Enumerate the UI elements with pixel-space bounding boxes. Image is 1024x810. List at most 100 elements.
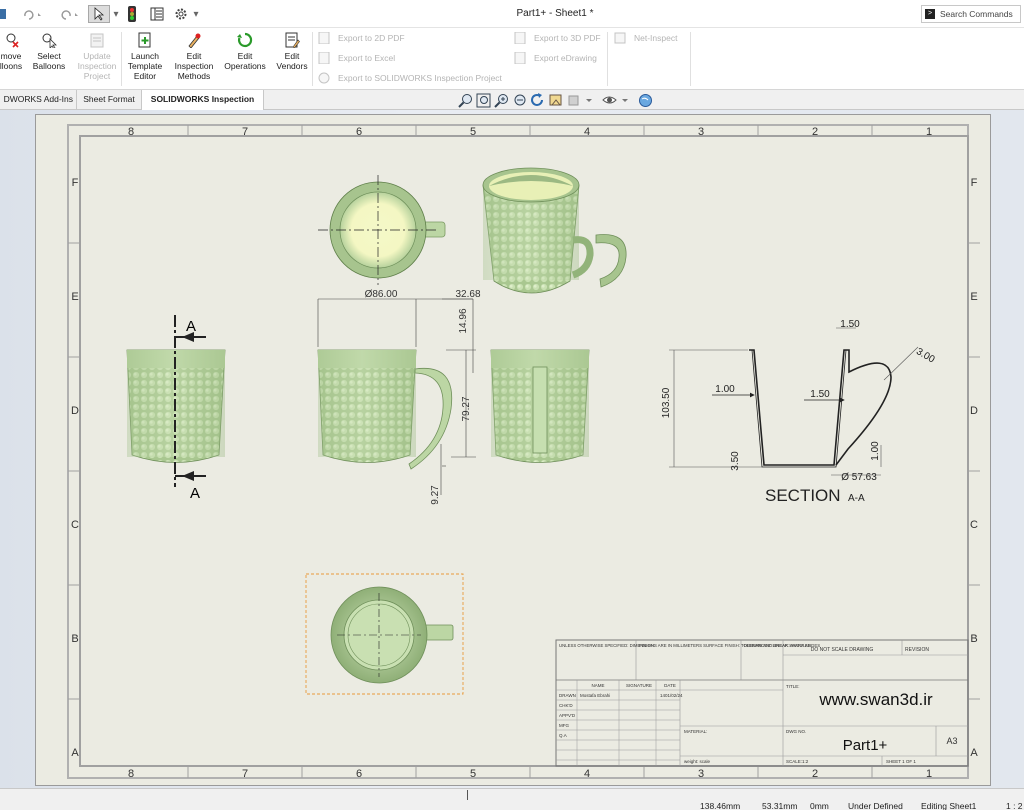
- zone-col-top: 8: [128, 126, 134, 138]
- remove-balloons-icon: [6, 33, 19, 48]
- zone-row-left: A: [71, 747, 79, 759]
- select-balloons-label-2: Balloons: [32, 61, 66, 71]
- export-inspection-project-button[interactable]: Export to SOLIDWORKS Inspection Project: [318, 72, 502, 84]
- export-excel-label: Export to Excel: [338, 53, 396, 63]
- zone-row-right: F: [971, 177, 978, 189]
- select-pointer-button[interactable]: [88, 5, 110, 23]
- zone-col-bottom: 2: [812, 768, 818, 780]
- launch-template-editor-button[interactable]: Launch Template Editor: [124, 32, 166, 81]
- display-dropdown-icon[interactable]: [584, 93, 599, 108]
- heads-up-view-toolbar: [458, 93, 653, 109]
- window-title: Part1+ - Sheet1 *: [516, 8, 594, 19]
- weight-label: weight: scale: [684, 759, 711, 764]
- export-3d-pdf-button[interactable]: Export to 3D PDF: [514, 32, 601, 44]
- title-bar: ▾ ▾ Part1+ - Sheet1 * > Search Commands: [0, 0, 1024, 28]
- select-balloons-icon: [42, 33, 57, 48]
- export-excel-button[interactable]: Export to Excel: [318, 52, 395, 64]
- hide-show-items-icon[interactable]: [602, 93, 617, 108]
- zone-col-top: 1: [926, 126, 932, 138]
- tab-solidworks-inspection[interactable]: SOLIDWORKS Inspection: [142, 90, 264, 110]
- ribbon-divider: [312, 32, 313, 86]
- save-icon[interactable]: [0, 5, 8, 23]
- zone-col-top: 4: [584, 126, 590, 138]
- command-prompt-icon: >: [925, 9, 935, 19]
- vendors-icon: [285, 32, 300, 48]
- editing-mode: Editing Sheet1: [921, 801, 977, 810]
- section-title-sub: A-A: [848, 493, 865, 504]
- template-editor-icon: [138, 32, 151, 48]
- ribbon-divider: [607, 32, 608, 86]
- drawing-svg: 8877665544332211F FE ED DC CB BA A A A Ø…: [67, 124, 980, 780]
- options-dropdown-icon[interactable]: ▾: [191, 5, 201, 23]
- section-marker-top: A: [186, 318, 196, 335]
- section-view-a-a: 103.50 1.00 1.50 1.50 3.00 Ø 57.63 1.00 …: [661, 319, 937, 505]
- checked-label: CHK'D: [559, 703, 573, 708]
- zoom-to-fit-icon[interactable]: [458, 93, 473, 108]
- pdf-icon: [318, 32, 330, 44]
- section-title: SECTION: [765, 486, 841, 505]
- remove-balloons-button[interactable]: move lloons: [0, 32, 26, 71]
- col-date-header: DATE: [664, 683, 676, 688]
- scale-label: SCALE:1:2: [786, 759, 809, 764]
- file-properties-icon[interactable]: [148, 5, 166, 23]
- redo-button[interactable]: [55, 5, 81, 23]
- ribbon-divider: [121, 32, 122, 86]
- top-view: [318, 175, 446, 285]
- select-balloons-button[interactable]: Select Balloons: [30, 32, 68, 71]
- hide-dropdown-icon[interactable]: [620, 93, 635, 108]
- edit-operations-button[interactable]: Edit Operations: [221, 32, 269, 71]
- export-edrawing-button[interactable]: Export eDrawing: [514, 52, 597, 64]
- rotate-view-icon[interactable]: [530, 93, 545, 108]
- zoom-in-out-icon[interactable]: [494, 93, 509, 108]
- drawn-name: Mostafa Ebrahi: [580, 693, 610, 698]
- edrawing-icon: [514, 52, 526, 64]
- update-inspection-project-button[interactable]: Update Inspection Project: [75, 32, 119, 81]
- zone-row-right: A: [970, 747, 978, 759]
- update-project-icon: [90, 33, 104, 48]
- undo-button[interactable]: [20, 5, 44, 23]
- qa-label: Q.A: [559, 733, 567, 738]
- sheet-number: SHEET 1 OF 1: [886, 759, 916, 764]
- net-inspect-label: Net-Inspect: [634, 33, 678, 43]
- operations-label-1: Edit: [237, 51, 253, 61]
- select-dropdown-icon[interactable]: ▾: [111, 5, 121, 23]
- zoom-area-icon[interactable]: [476, 93, 491, 108]
- dimension-wall-mid: 1.50: [810, 389, 830, 400]
- export-project-label: Export to SOLIDWORKS Inspection Project: [338, 73, 502, 83]
- zone-col-top: 7: [242, 126, 248, 138]
- zone-col-bottom: 3: [698, 768, 704, 780]
- zoom-to-selection-icon[interactable]: [512, 93, 527, 108]
- front-view-left: A A: [126, 315, 226, 502]
- search-commands-input[interactable]: > Search Commands: [921, 5, 1021, 23]
- zone-row-right: D: [970, 405, 978, 417]
- inspection-methods-icon: [188, 33, 201, 48]
- appearance-globe-icon[interactable]: [638, 93, 653, 108]
- deburr-label: DEBURR AND BREAK SHARP EDGES: [744, 643, 820, 648]
- material-label: MATERIAL:: [684, 729, 707, 734]
- net-inspect-button[interactable]: Net-Inspect: [614, 32, 677, 44]
- pan-view-icon[interactable]: [548, 93, 563, 108]
- horizontal-scrollbar-divider[interactable]: [467, 790, 468, 800]
- col-name-header: NAME: [591, 683, 604, 688]
- tab-sheet-format[interactable]: Sheet Format: [77, 90, 142, 110]
- sheet-size: A3: [946, 736, 957, 746]
- display-style-icon[interactable]: [566, 93, 581, 108]
- vendors-label-2: Vendors: [276, 61, 308, 71]
- zone-row-left: D: [71, 405, 79, 417]
- vendors-label-1: Edit: [284, 51, 300, 61]
- methods-label-3: Methods: [177, 71, 211, 81]
- pdf-3d-icon: [514, 32, 526, 44]
- zone-col-bottom: 4: [584, 768, 590, 780]
- tab-addins[interactable]: DWORKS Add-Ins: [0, 90, 77, 110]
- zone-col-top: 6: [356, 126, 362, 138]
- edit-inspection-methods-button[interactable]: Edit Inspection Methods: [170, 32, 218, 81]
- options-gear-icon[interactable]: [172, 5, 190, 23]
- dimension-base-thickness: 1.00: [870, 441, 881, 461]
- edit-vendors-button[interactable]: Edit Vendors: [273, 32, 311, 71]
- methods-label-1: Edit: [186, 51, 202, 61]
- zone-row-left: C: [71, 519, 79, 531]
- drawing-sheet[interactable]: 8877665544332211FFEEDDCCBBAA A A Ø86.00 …: [35, 114, 991, 786]
- rebuild-traffic-light-icon[interactable]: [124, 5, 140, 23]
- export-2d-pdf-button[interactable]: Export to 2D PDF: [318, 32, 405, 44]
- zone-col-bottom: 7: [242, 768, 248, 780]
